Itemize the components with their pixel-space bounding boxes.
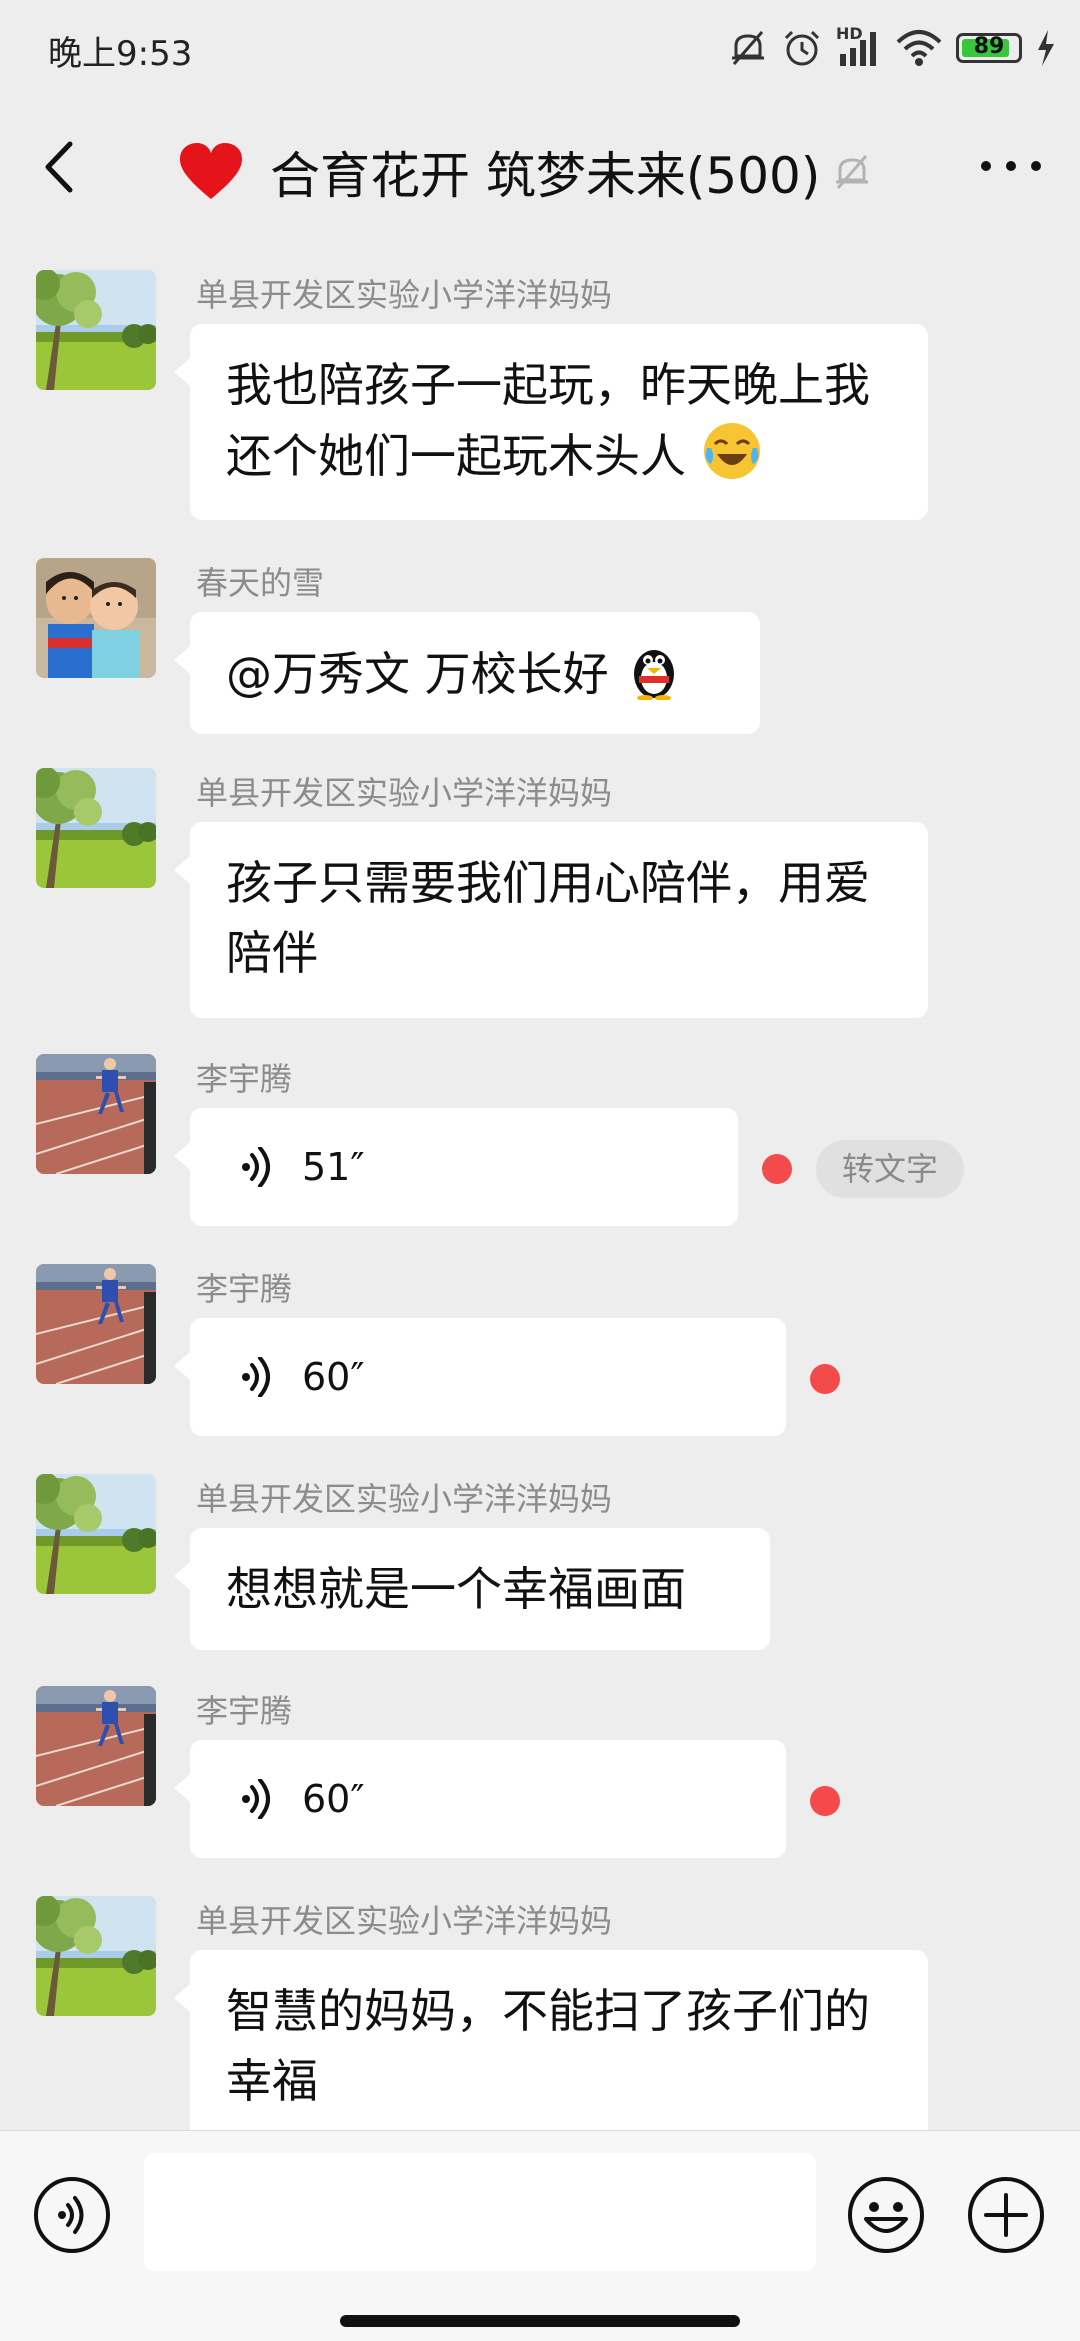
cellular-signal-icon: HD <box>836 24 882 68</box>
group-name: 合育花开 筑梦未来(500) <box>270 147 821 205</box>
message-text: 我也陪孩子一起玩，昨天晚上我还个她们一起玩木头人 <box>226 358 870 483</box>
silent-mode-icon <box>732 31 764 65</box>
voice-duration: 51″ <box>302 1145 365 1189</box>
sender-name: 李宇腾 <box>196 1692 293 1730</box>
voice-wave-icon <box>240 1779 270 1819</box>
convert-to-text-button[interactable]: 转文字 <box>816 1140 965 1198</box>
sender-name: 春天的雪 <box>196 564 325 602</box>
penguin-icon <box>634 650 675 700</box>
avatar[interactable] <box>36 1896 156 2016</box>
sender-name: 单县开发区实验小学洋洋妈妈 <box>196 774 613 812</box>
battery-level: 89 <box>973 34 1005 59</box>
input-bar <box>0 2130 1080 2341</box>
wifi-icon <box>896 30 942 66</box>
voice-message-bubble[interactable]: 51″ <box>174 1108 738 1226</box>
more-options-icon[interactable] <box>976 146 1046 186</box>
sender-name: 单县开发区实验小学洋洋妈妈 <box>196 276 613 314</box>
message-text: 想想就是一个幸福画面 <box>226 1562 686 1616</box>
voice-wave-icon <box>240 1357 270 1397</box>
message-bubble[interactable]: 想想就是一个幸福画面 <box>174 1528 770 1650</box>
avatar[interactable] <box>36 270 156 390</box>
emoji-icon[interactable] <box>846 2175 926 2255</box>
message-input[interactable] <box>144 2153 816 2271</box>
message-text: 智慧的妈妈，不能扫了孩子们的幸福 <box>226 1984 870 2108</box>
message-bubble[interactable]: 智慧的妈妈，不能扫了孩子们的幸福 <box>174 1950 928 2130</box>
sender-name: 单县开发区实验小学洋洋妈妈 <box>196 1902 613 1940</box>
voice-wave-icon <box>240 1147 270 1187</box>
status-icons: HD 89 <box>728 24 1056 72</box>
voice-duration: 60″ <box>302 1355 365 1399</box>
avatar[interactable] <box>36 1054 156 1174</box>
alarm-clock-icon <box>784 30 820 66</box>
message-bubble[interactable]: @万秀文 万校长好 <box>174 612 760 734</box>
avatar[interactable] <box>36 1264 156 1384</box>
message-list[interactable]: 单县开发区实验小学洋洋妈妈 我也陪孩子一起玩，昨天晚上我还个她们一起玩木头人 春… <box>0 236 1080 2130</box>
chat-title[interactable]: 合育花开 筑梦未来(500) <box>180 136 870 208</box>
avatar[interactable] <box>36 1474 156 1594</box>
face-with-tears-of-joy-icon <box>703 423 760 479</box>
chat-header: 合育花开 筑梦未来(500) <box>0 96 1080 236</box>
sender-name: 李宇腾 <box>196 1060 293 1098</box>
status-time: 晚上9:53 <box>48 34 193 74</box>
message-text: @万秀文 万校长好 <box>226 647 609 701</box>
avatar[interactable] <box>36 558 156 678</box>
charging-icon <box>1038 30 1054 66</box>
sender-name: 李宇腾 <box>196 1270 293 1308</box>
heart-icon <box>180 143 242 199</box>
back-arrow-icon[interactable] <box>30 132 90 202</box>
avatar[interactable] <box>36 1686 156 1806</box>
message-bubble[interactable]: 孩子只需要我们用心陪伴，用爱陪伴 <box>174 822 928 1018</box>
unread-dot <box>762 1154 792 1184</box>
voice-message-bubble[interactable]: 60″ <box>174 1740 786 1858</box>
status-bar: 晚上9:53 HD 89 <box>0 0 1080 96</box>
message-bubble[interactable]: 我也陪孩子一起玩，昨天晚上我还个她们一起玩木头人 <box>174 324 928 520</box>
add-attachment-icon[interactable] <box>966 2175 1046 2255</box>
battery-icon: 89 <box>956 33 1022 63</box>
voice-message-bubble[interactable]: 60″ <box>174 1318 786 1436</box>
mute-notifications-icon <box>836 155 869 189</box>
unread-dot <box>810 1364 840 1394</box>
sender-name: 单县开发区实验小学洋洋妈妈 <box>196 1480 613 1518</box>
avatar[interactable] <box>36 768 156 888</box>
voice-input-icon[interactable] <box>32 2175 112 2255</box>
voice-duration: 60″ <box>302 1777 365 1821</box>
home-indicator[interactable] <box>340 2315 740 2327</box>
message-text: 孩子只需要我们用心陪伴，用爱陪伴 <box>226 856 870 980</box>
unread-dot <box>810 1786 840 1816</box>
